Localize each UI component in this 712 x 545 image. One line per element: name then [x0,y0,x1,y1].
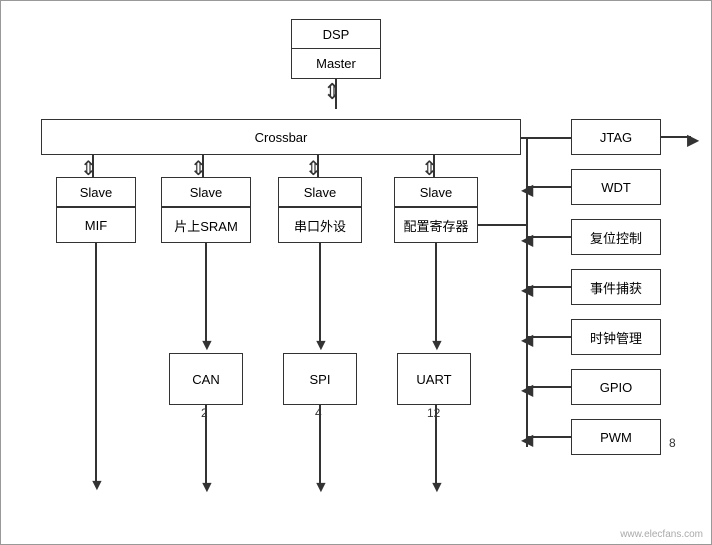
diagram: DSP Master ⇕ Crossbar ⇕ Slave MIF ▼ ⇕ Sl… [0,0,712,545]
reset-block: 复位控制 [571,219,661,255]
line-can-down [205,405,207,485]
jtag-label: JTAG [600,130,632,145]
reset-label: 复位控制 [590,228,642,247]
slave4-block: Slave [394,177,478,207]
dsp-crossbar-arrow: ⇕ [323,81,341,103]
clock-block: 时钟管理 [571,319,661,355]
line-uart-down [435,405,437,485]
arrowhead-mif: ▼ [89,477,105,495]
slave4-label: Slave [420,185,453,200]
clock-label: 时钟管理 [590,328,642,347]
serial-block: 串口外设 [278,207,362,243]
watermark: www.elecfans.com [620,529,703,540]
gpio-number: 8 [669,436,676,450]
wdt-label: WDT [601,180,631,195]
line-config-right [478,224,526,226]
line-config-down [435,243,437,343]
line-cb-right [521,137,571,139]
uart-label: UART [416,372,451,387]
spi-block: SPI [283,353,357,405]
can-block: CAN [169,353,243,405]
arrowhead-spi: ▼ [313,479,329,497]
mif-label: MIF [85,218,107,233]
crossbar-label: Crossbar [255,130,308,145]
arrowhead-jtag: ▶ [687,130,699,150]
dsp-label: DSP [323,27,350,42]
gpio-block: GPIO [571,369,661,405]
slave1-label: Slave [80,185,113,200]
slave1-block: Slave [56,177,136,207]
serial-label: 串口外设 [294,216,346,235]
line-sram-down [205,243,207,343]
slave3-label: Slave [304,185,337,200]
line-spi-down [319,405,321,485]
mif-block: MIF [56,207,136,243]
dsp-block: DSP Master [291,19,381,79]
pwm-label: PWM [600,430,632,445]
uart-block: UART [397,353,471,405]
slave2-label: Slave [190,185,223,200]
arrowhead-can: ▼ [199,479,215,497]
event-label: 事件捕获 [590,278,642,297]
gpio-label: GPIO [600,380,633,395]
config-block: 配置寄存器 [394,207,478,243]
line-mif-down [95,243,97,483]
crossbar-block: Crossbar [41,119,521,155]
config-label: 配置寄存器 [403,216,468,235]
pwm-block: PWM [571,419,661,455]
master-label: Master [316,56,356,71]
jtag-block: JTAG [571,119,661,155]
wdt-block: WDT [571,169,661,205]
can-label: CAN [192,372,219,387]
sram-label: 片上SRAM [174,216,238,235]
event-block: 事件捕获 [571,269,661,305]
slave3-block: Slave [278,177,362,207]
slave2-block: Slave [161,177,251,207]
right-vert-line [526,137,528,447]
uart-number: 12 [427,406,440,420]
arrowhead-uart: ▼ [429,479,445,497]
line-serial-down [319,243,321,343]
sram-block: 片上SRAM [161,207,251,243]
spi-label: SPI [310,372,331,387]
